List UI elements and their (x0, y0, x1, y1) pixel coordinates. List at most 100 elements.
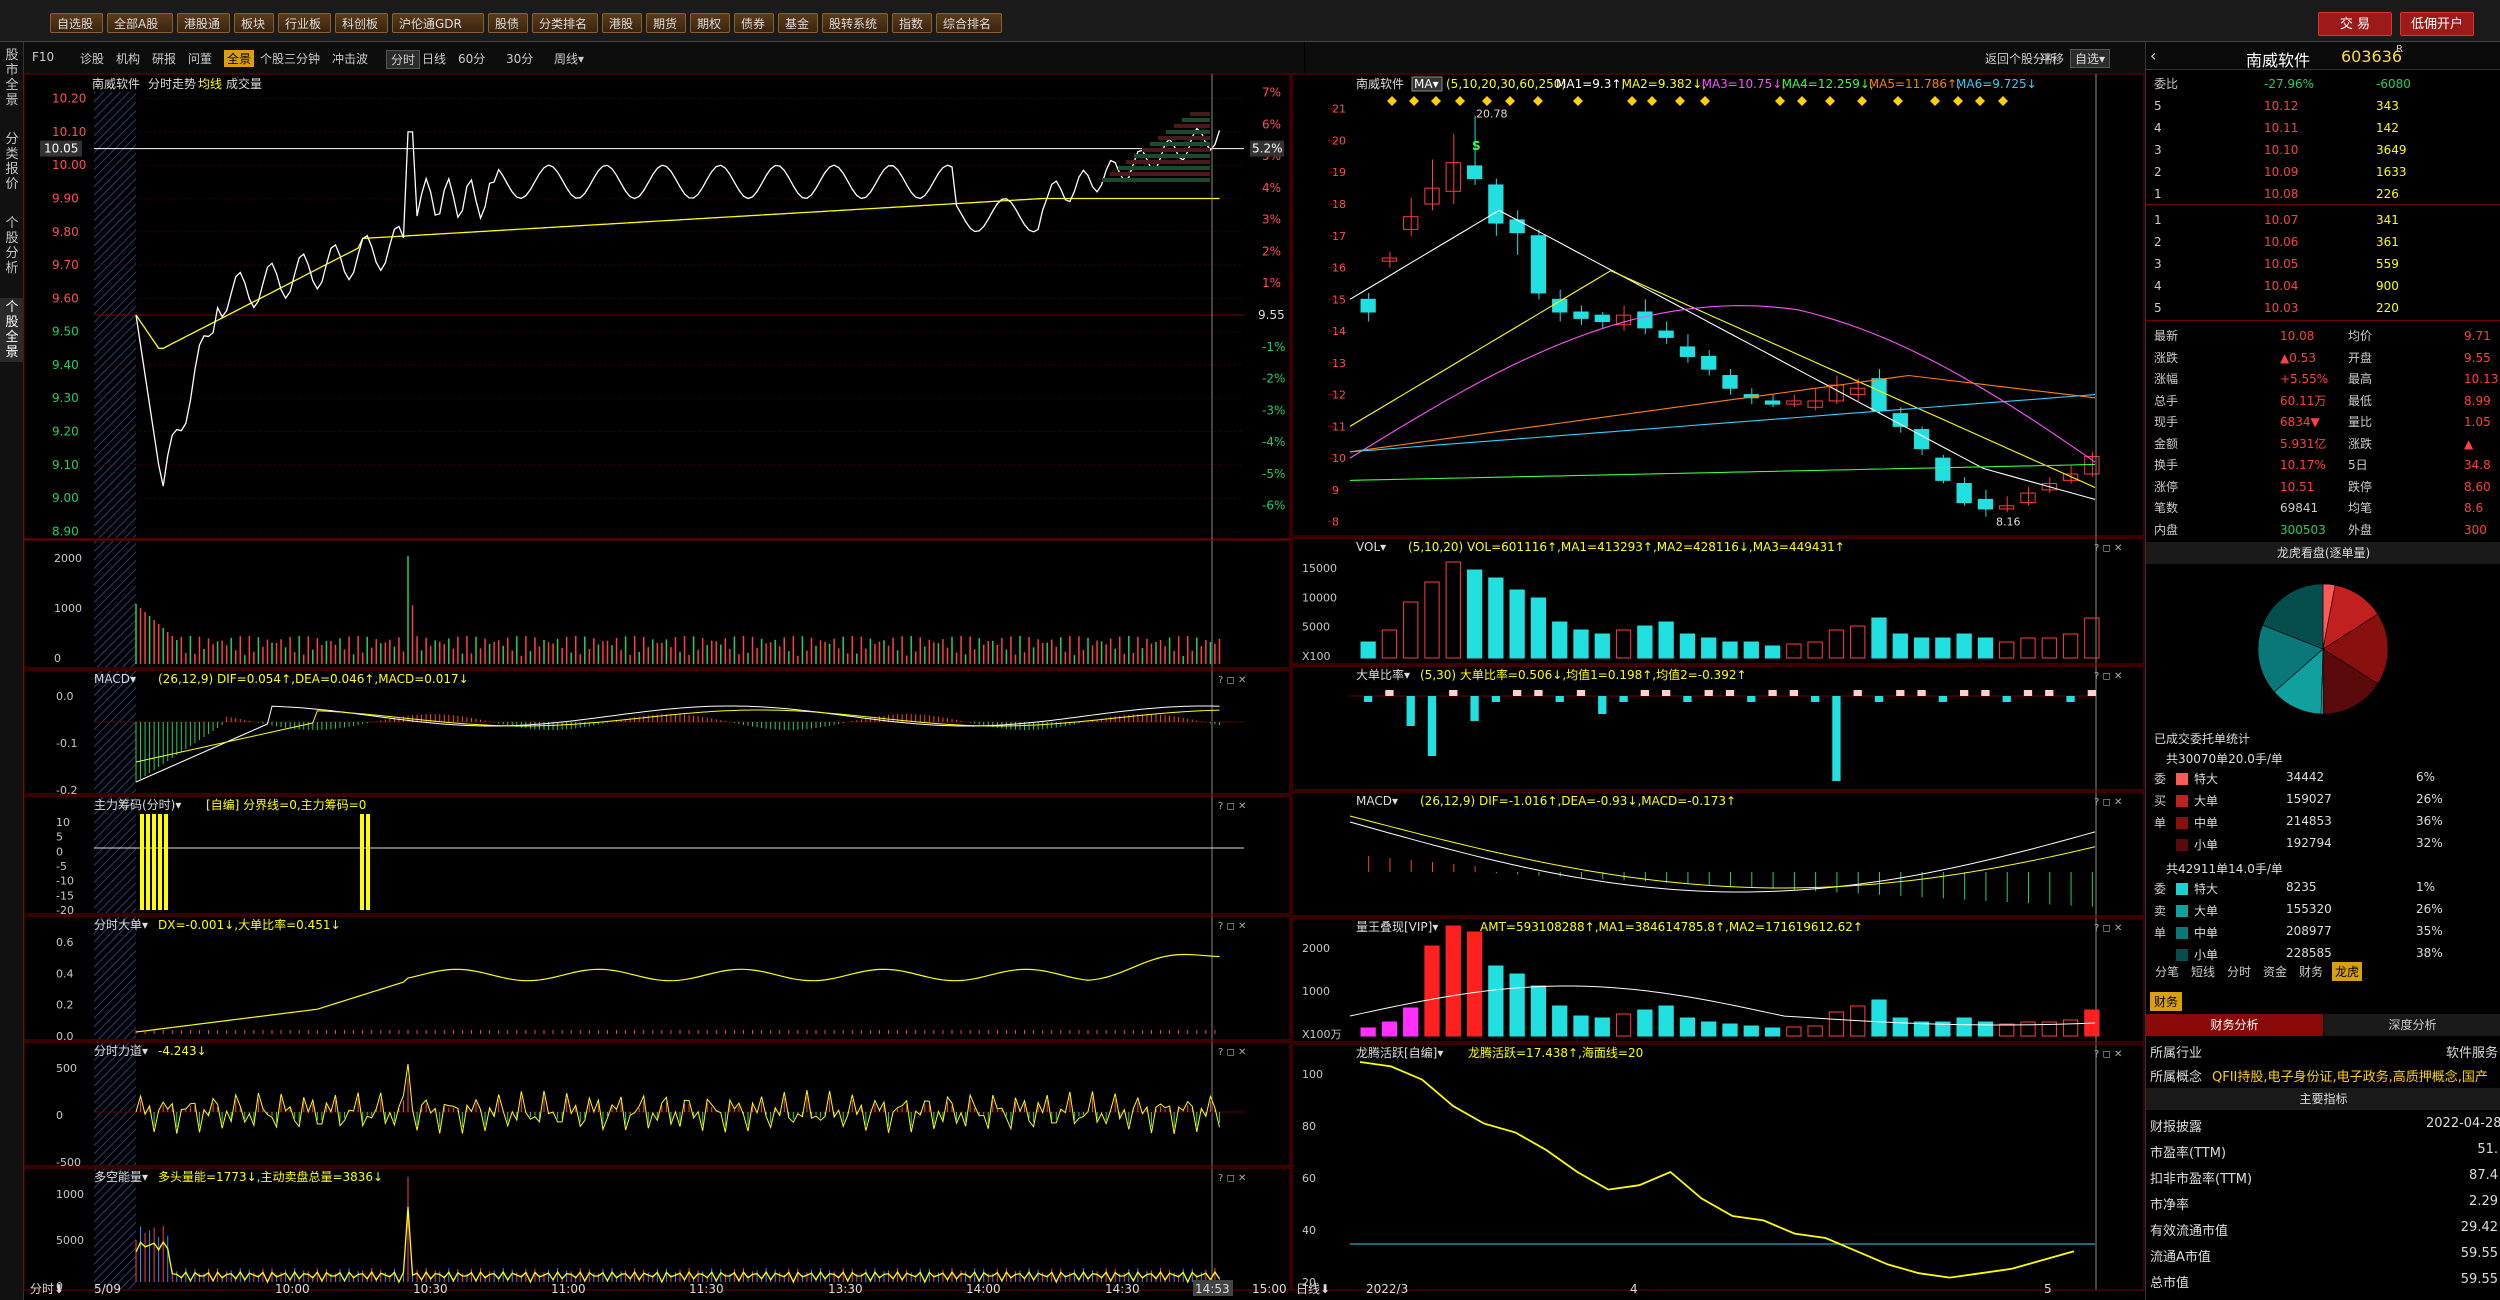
quote-tab-3[interactable]: 资金 (2260, 962, 2290, 981)
sell-row: 4 10.11 142 (2154, 118, 2499, 138)
amount-bar (1381, 1021, 1398, 1037)
stat-label: 内盘 (2154, 522, 2179, 537)
wei-bi-row: 委比 -27.96% -6080 (2154, 74, 2499, 94)
quote-tab-2[interactable]: 分时 (2224, 962, 2254, 981)
stat-row: 内盘 300503 外盘 300 (2154, 520, 2499, 540)
quote-header: ‹ 南威软件 603636 R (2146, 42, 2500, 70)
stat-value: 5.931亿 (2280, 436, 2327, 451)
big-order-bar (1470, 696, 1479, 721)
trade-button[interactable]: 交 易 (2318, 12, 2392, 36)
svg-text:龙腾活跃[自编]▾: 龙腾活跃[自编]▾ (1356, 1045, 1443, 1060)
svg-text:? ◻ ✕: ? ◻ ✕ (2094, 543, 2122, 554)
quote-tab-1[interactable]: 短线 (2188, 962, 2218, 981)
pct-tick: -1% (1262, 340, 1285, 354)
stat-row: 换手 10.17% 5日 34.8 (2154, 455, 2499, 475)
subpane-tick: 5 (56, 831, 63, 844)
pct-tick: 3% (1262, 213, 1281, 227)
svg-text:(5,30) 大单比率=0.506↓,均值1=0.198↑,: (5,30) 大单比率=0.506↓,均值1=0.198↑,均值2=-0.392… (1420, 667, 1747, 682)
big-order-bar (1747, 696, 1756, 702)
buy-price: 10.06 (2264, 235, 2299, 249)
buy-volume: 559 (2376, 257, 2399, 271)
buy-level: 2 (2154, 235, 2162, 249)
big-order-bar (1619, 696, 1628, 702)
premarket-hatch (94, 797, 136, 913)
price-tick: 9.20 (52, 424, 79, 438)
stat-row: 涨跌 ▲0.53 开盘 9.55 (2154, 348, 2499, 368)
svg-text:MA5=11.786↑,: MA5=11.786↑, (1869, 77, 1961, 91)
open-account-button[interactable]: 低佣开户 (2400, 12, 2474, 36)
stat-value2: 8.6 (2464, 501, 2484, 515)
fin-sub-tab-1[interactable]: 深度分析 (2324, 1014, 2500, 1036)
sell-total: 共42911单14.0手/单 (2166, 862, 2283, 876)
wei-bi-value: -27.96% (2264, 77, 2315, 91)
amount-bar (1488, 965, 1504, 1037)
stat-value2: 8.60 (2464, 479, 2491, 494)
buy-color-swatch (2176, 839, 2188, 851)
stat-label2: 跌停 (2348, 479, 2373, 494)
stat-row: 金额 5.931亿 涨跌 ▲ (2154, 434, 2499, 454)
daily-subpane-tick: 40 (1302, 1224, 1316, 1237)
svg-text:量王叠现[VIP]▾: 量王叠现[VIP]▾ (1356, 920, 1438, 934)
time-tick: 5/09 (94, 1282, 121, 1296)
stat-row: 涨停 10.51 跌停 8.60 (2154, 477, 2499, 497)
fin-row-label: 市净率 (2150, 1198, 2190, 1213)
premarket-hatch (94, 1043, 136, 1165)
quote-tab-0[interactable]: 分笔 (2152, 962, 2182, 981)
intraday-bottom-label[interactable]: 分时⬇ (30, 1282, 64, 1296)
stat-label: 涨停 (2154, 479, 2179, 494)
volume-bar (2041, 637, 2057, 659)
stat-label2: 开盘 (2348, 350, 2373, 365)
big-order-bar (2002, 696, 2011, 702)
price-tick: 8.90 (52, 524, 79, 538)
big-order-bar (1896, 690, 1905, 696)
big-order-bar (1768, 690, 1777, 696)
amount-bar (1722, 1023, 1738, 1037)
sell-side-char: 单 (2154, 926, 2167, 940)
buy-pct: 6% (2416, 770, 2436, 784)
stat-label2: 最高 (2348, 372, 2373, 386)
sell-pct: 38% (2416, 946, 2443, 960)
amount-bar (1999, 1023, 2015, 1037)
stat-value2: 34.8 (2464, 458, 2491, 472)
stat-value: 69841 (2280, 501, 2319, 515)
candle (1764, 400, 1781, 405)
candle (1530, 235, 1547, 294)
fin-row-value: 2.29 (2469, 1194, 2498, 1209)
quote-tab-4[interactable]: 财务 (2296, 962, 2326, 981)
price-tick: 9.50 (52, 325, 79, 339)
order-pie-chart (2257, 583, 2389, 715)
stat-label: 总手 (2154, 393, 2179, 408)
pct-tick: -3% (1262, 403, 1285, 417)
big-order-bar (2045, 690, 2054, 696)
fin-tab[interactable]: 财务 (2150, 992, 2183, 1011)
amount-bar (1743, 1025, 1759, 1037)
candle (1509, 219, 1525, 234)
fin-row-value: 87.4 (2469, 1168, 2498, 1183)
price-tick: 9.80 (52, 225, 79, 239)
svg-text:均线: 均线 (198, 77, 222, 91)
big-order-bar (1704, 690, 1713, 696)
back-arrow-icon[interactable]: ‹ (2150, 46, 2156, 65)
fin-sub-tab-0[interactable]: 财务分析 (2146, 1014, 2323, 1036)
amount-bar (1764, 1027, 1781, 1037)
buy-volume: 220 (2376, 301, 2399, 315)
quote-tab-5[interactable]: 龙虎 (2332, 962, 2363, 981)
volume-bar (1573, 629, 1589, 659)
subpane-tick: -500 (56, 1156, 81, 1169)
big-order-bar (1853, 690, 1862, 696)
sell-price: 10.11 (2264, 121, 2299, 135)
volume-bar (1466, 569, 1483, 659)
main-index-title: 主要指标 (2146, 1088, 2500, 1110)
buy-row: 2 10.06 361 (2154, 232, 2499, 252)
buy-color-swatch (2176, 795, 2188, 807)
sell-type: 小单 (2194, 948, 2219, 962)
buy-volume: 361 (2376, 235, 2399, 249)
stat-row: 最新 10.08 均价 9.71 (2154, 326, 2499, 346)
intraday-subpane-3 (23, 1041, 1291, 1167)
sell-type: 中单 (2194, 926, 2219, 940)
daily-subpane-1 (1291, 665, 2145, 791)
daily-bottom-label[interactable]: 日线⬇ (1296, 1282, 1330, 1296)
fin-row-label: 财报披露 (2150, 1120, 2203, 1135)
sell-side-char: 卖 (2154, 904, 2167, 918)
subpane-tick: 0.0 (56, 1030, 74, 1043)
